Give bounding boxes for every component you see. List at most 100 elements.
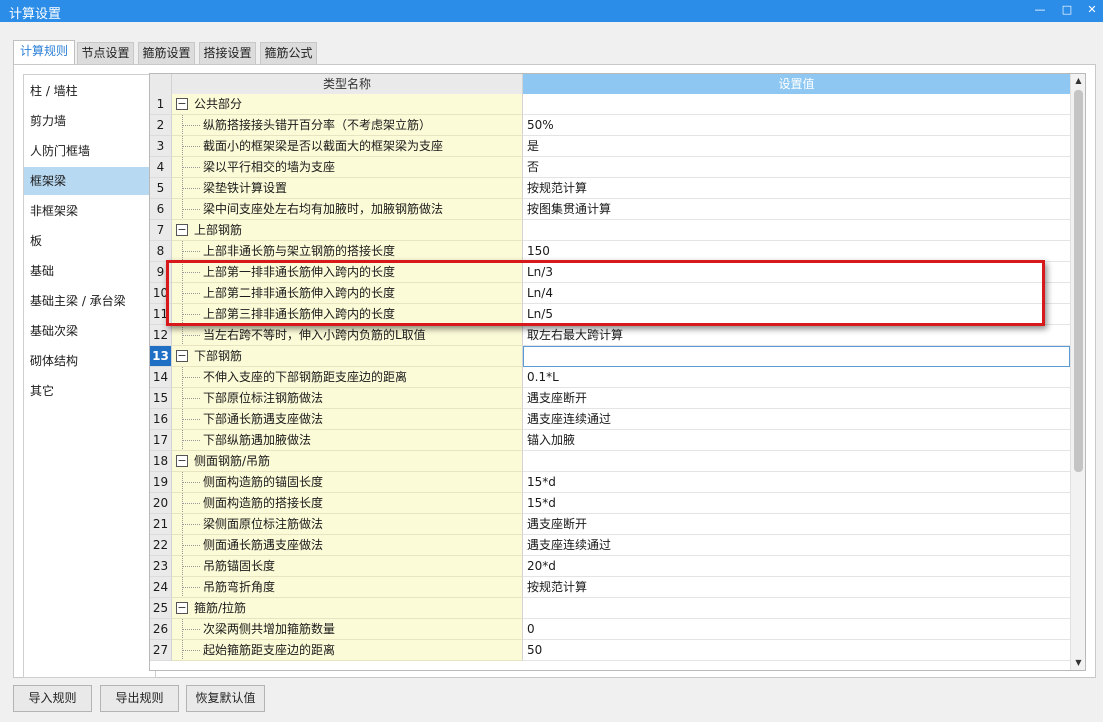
setting-value-cell[interactable]: 150 — [523, 241, 1070, 262]
table-row[interactable]: 11 上部第三排非通长筋伸入跨内的长度 Ln/5 — [150, 304, 1070, 325]
tree-connector — [182, 566, 200, 567]
setting-value-cell[interactable]: 锚入加腋 — [523, 430, 1070, 451]
setting-value-cell[interactable]: 0 — [523, 619, 1070, 640]
vertical-scrollbar[interactable]: ▲ ▼ — [1070, 74, 1085, 670]
table-row[interactable]: 10 上部第二排非通长筋伸入跨内的长度 Ln/4 — [150, 283, 1070, 304]
tree-connector — [182, 398, 200, 399]
group-row[interactable]: 18− 侧面钢筋/吊筋 — [150, 451, 1070, 472]
table-row[interactable]: 3 截面小的框架梁是否以截面大的框架梁为支座 是 — [150, 136, 1070, 157]
setting-value-cell[interactable]: 遇支座断开 — [523, 388, 1070, 409]
setting-value-cell[interactable] — [523, 94, 1070, 115]
setting-value-cell[interactable]: 15*d — [523, 472, 1070, 493]
setting-value-cell[interactable] — [523, 220, 1070, 241]
sidebar-item[interactable]: 人防门框墙 — [24, 137, 155, 165]
component-type-list: 柱 / 墙柱 剪力墙 人防门框墙 框架梁 非框架梁板基础 基础主梁 / 承台梁 基础次梁 砌体… — [23, 74, 156, 678]
table-row[interactable]: 12 当左右跨不等时，伸入小跨内负筋的L取值 取左右最大跨计算 — [150, 325, 1070, 346]
group-row[interactable]: 13− 下部钢筋 — [150, 346, 1070, 367]
tab-lap-settings[interactable]: 搭接设置 — [199, 42, 256, 64]
sidebar-item[interactable]: 框架梁 — [24, 167, 155, 195]
tab-calc-rules[interactable]: 计算规则 — [13, 40, 75, 65]
setting-value-cell[interactable]: 50% — [523, 115, 1070, 136]
type-name-cell: 下部通长筋遇支座做法 — [172, 409, 523, 430]
maximize-icon[interactable]: □ — [1054, 0, 1080, 22]
group-row[interactable]: 25− 箍筋/拉筋 — [150, 598, 1070, 619]
setting-value-cell[interactable]: 按规范计算 — [523, 577, 1070, 598]
tab-node-settings[interactable]: 节点设置 — [77, 42, 134, 64]
setting-value-cell[interactable]: 遇支座连续通过 — [523, 535, 1070, 556]
table-row[interactable]: 21 梁侧面原位标注筋做法 遇支座断开 — [150, 514, 1070, 535]
setting-value-cell[interactable]: 0.1*L — [523, 367, 1070, 388]
setting-value-cell[interactable]: 按规范计算 — [523, 178, 1070, 199]
type-name-cell: 当左右跨不等时，伸入小跨内负筋的L取值 — [172, 325, 523, 346]
setting-value-cell[interactable]: Ln/5 — [523, 304, 1070, 325]
setting-value-cell[interactable]: Ln/3 — [523, 262, 1070, 283]
type-name-cell: 上部第三排非通长筋伸入跨内的长度 — [172, 304, 523, 325]
row-number: 13 — [150, 346, 172, 367]
group-row[interactable]: 1− 公共部分 — [150, 94, 1070, 115]
setting-value-cell[interactable] — [523, 598, 1070, 619]
minimize-icon[interactable]: — — [1027, 0, 1053, 22]
setting-value-cell[interactable] — [523, 346, 1070, 367]
table-row[interactable]: 19 侧面构造筋的锚固长度 15*d — [150, 472, 1070, 493]
setting-value-cell[interactable]: 按图集贯通计算 — [523, 199, 1070, 220]
table-row[interactable]: 23 吊筋锚固长度 20*d — [150, 556, 1070, 577]
table-row[interactable]: 24 吊筋弯折角度 按规范计算 — [150, 577, 1070, 598]
sidebar-item[interactable]: 柱 / 墙柱 — [24, 77, 155, 105]
table-row[interactable]: 16 下部通长筋遇支座做法 遇支座连续通过 — [150, 409, 1070, 430]
setting-label: 梁垫铁计算设置 — [203, 181, 288, 195]
import-rules-button[interactable]: 导入规则 — [13, 685, 92, 712]
group-row[interactable]: 7− 上部钢筋 — [150, 220, 1070, 241]
table-row[interactable]: 15 下部原位标注钢筋做法 遇支座断开 — [150, 388, 1070, 409]
setting-value-cell[interactable]: 遇支座断开 — [523, 514, 1070, 535]
sidebar-item[interactable]: 剪力墙 — [24, 107, 155, 135]
collapse-icon[interactable]: − — [176, 455, 188, 467]
row-number: 8 — [150, 241, 172, 262]
restore-defaults-button[interactable]: 恢复默认值 — [186, 685, 265, 712]
scroll-down-arrow-icon[interactable]: ▼ — [1071, 656, 1085, 670]
table-row[interactable]: 8 上部非通长筋与架立钢筋的搭接长度 150 — [150, 241, 1070, 262]
sidebar-item[interactable]: 基础 — [24, 257, 155, 285]
sidebar-item[interactable]: 非框架梁 — [24, 197, 155, 225]
setting-value-cell[interactable]: 是 — [523, 136, 1070, 157]
setting-value-cell[interactable] — [523, 451, 1070, 472]
setting-value-cell[interactable]: 15*d — [523, 493, 1070, 514]
setting-value-cell[interactable]: 遇支座连续通过 — [523, 409, 1070, 430]
tab-stirrup-settings[interactable]: 箍筋设置 — [138, 42, 195, 64]
table-row[interactable]: 9 上部第一排非通长筋伸入跨内的长度 Ln/3 — [150, 262, 1070, 283]
sidebar-item[interactable]: 砌体结构 — [24, 347, 155, 375]
row-number: 16 — [150, 409, 172, 430]
setting-value-cell[interactable]: 20*d — [523, 556, 1070, 577]
scroll-up-arrow-icon[interactable]: ▲ — [1071, 74, 1085, 88]
table-row[interactable]: 26 次梁两侧共增加箍筋数量 0 — [150, 619, 1070, 640]
table-row[interactable]: 4 梁以平行相交的墙为支座 否 — [150, 157, 1070, 178]
row-number: 11 — [150, 304, 172, 325]
collapse-icon[interactable]: − — [176, 350, 188, 362]
tab-stirrup-formula[interactable]: 箍筋公式 — [260, 42, 317, 64]
setting-label: 梁侧面原位标注筋做法 — [203, 517, 324, 531]
table-row[interactable]: 17 下部纵筋遇加腋做法 锚入加腋 — [150, 430, 1070, 451]
setting-value-cell[interactable]: 否 — [523, 157, 1070, 178]
table-row[interactable]: 2 纵筋搭接接头错开百分率（不考虑架立筋） 50% — [150, 115, 1070, 136]
sidebar-item[interactable]: 基础主梁 / 承台梁 — [24, 287, 155, 315]
type-name-cell: 起始箍筋距支座边的距离 — [172, 640, 523, 661]
setting-value-cell[interactable]: 取左右最大跨计算 — [523, 325, 1070, 346]
setting-value-cell[interactable]: 50 — [523, 640, 1070, 661]
collapse-icon[interactable]: − — [176, 98, 188, 110]
sidebar-item[interactable]: 其它 — [24, 377, 155, 405]
table-row[interactable]: 20 侧面构造筋的搭接长度 15*d — [150, 493, 1070, 514]
setting-label: 侧面构造筋的搭接长度 — [203, 496, 324, 510]
table-row[interactable]: 27 起始箍筋距支座边的距离 50 — [150, 640, 1070, 661]
table-row[interactable]: 22 侧面通长筋遇支座做法 遇支座连续通过 — [150, 535, 1070, 556]
table-row[interactable]: 14 不伸入支座的下部钢筋距支座边的距离 0.1*L — [150, 367, 1070, 388]
collapse-icon[interactable]: − — [176, 224, 188, 236]
sidebar-item[interactable]: 基础次梁 — [24, 317, 155, 345]
table-row[interactable]: 5 梁垫铁计算设置 按规范计算 — [150, 178, 1070, 199]
row-number: 25 — [150, 598, 172, 619]
sidebar-item[interactable]: 板 — [24, 227, 155, 255]
scrollbar-thumb[interactable] — [1074, 90, 1083, 472]
collapse-icon[interactable]: − — [176, 602, 188, 614]
setting-value-cell[interactable]: Ln/4 — [523, 283, 1070, 304]
table-row[interactable]: 6 梁中间支座处左右均有加腋时，加腋钢筋做法 按图集贯通计算 — [150, 199, 1070, 220]
export-rules-button[interactable]: 导出规则 — [100, 685, 179, 712]
close-icon[interactable]: ✕ — [1079, 0, 1103, 22]
